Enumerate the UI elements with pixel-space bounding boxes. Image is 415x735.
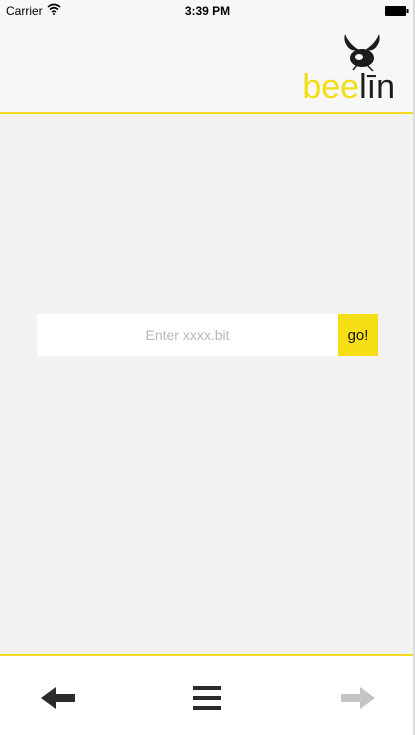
app-header: beelīn [0, 20, 415, 114]
status-bar: Carrier 3:39 PM [0, 0, 415, 20]
bottom-toolbar [0, 654, 415, 735]
beelin-logo: beelīn [285, 32, 395, 112]
forward-arrow-icon[interactable] [338, 678, 378, 718]
main-content: go! [0, 114, 415, 654]
battery-icon [385, 5, 409, 16]
logo-text-bee: bee [302, 68, 360, 106]
logo-text: beelīn [302, 70, 395, 104]
menu-icon[interactable] [187, 678, 227, 718]
bee-icon [337, 32, 387, 72]
status-time: 3:39 PM [184, 4, 231, 18]
go-button[interactable]: go! [338, 314, 378, 356]
logo-text-lin: līn [359, 68, 395, 106]
address-input[interactable] [37, 314, 338, 356]
back-arrow-icon[interactable] [38, 678, 78, 718]
